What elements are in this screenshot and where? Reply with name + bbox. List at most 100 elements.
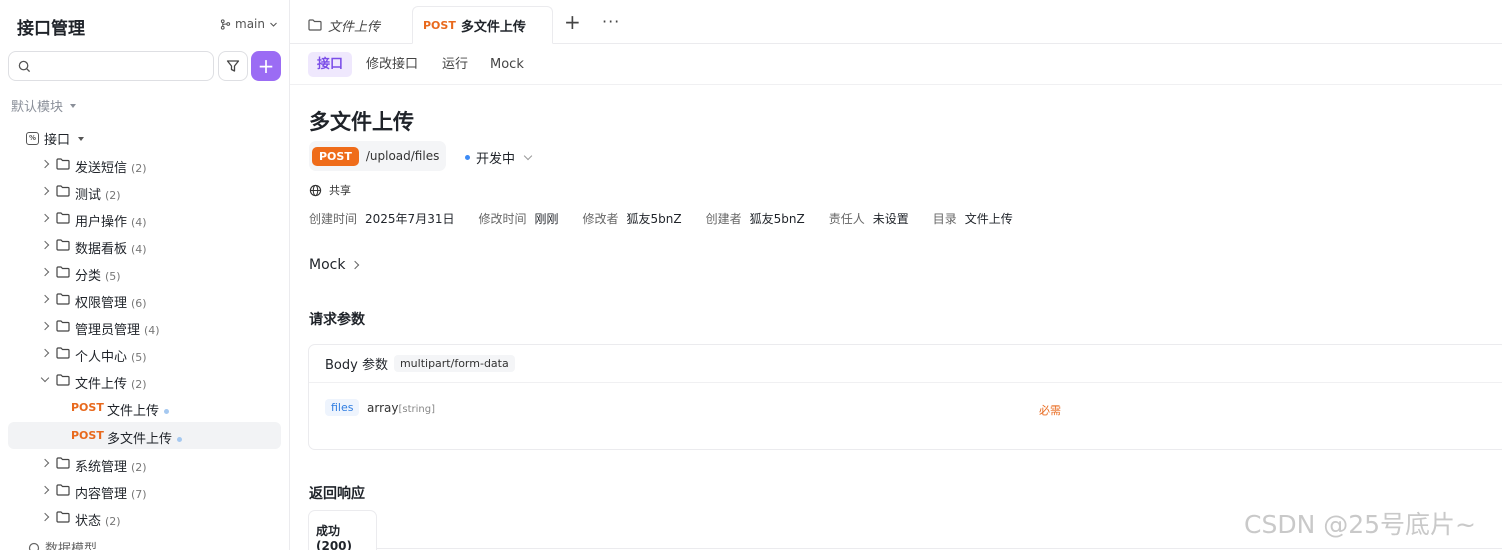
sidebar-title: 接口管理 — [17, 19, 85, 39]
chevron-right-icon — [40, 458, 50, 468]
tree-folder-count: (5) — [131, 351, 147, 364]
meta-key: 修改时间 — [478, 212, 527, 226]
tree-folder-count: (5) — [105, 270, 121, 283]
subtab-run[interactable]: 运行 — [433, 52, 477, 77]
folder-icon — [56, 185, 70, 197]
shared-label: 共享 — [329, 184, 351, 197]
status-selector[interactable]: 开发中 — [465, 148, 533, 167]
branch-icon — [220, 18, 231, 30]
caret-down-icon — [78, 136, 85, 141]
tree-folder[interactable]: 用户操作 (4) — [8, 205, 281, 232]
folder-icon — [56, 266, 70, 278]
chevron-right-icon — [40, 294, 50, 304]
meta-directory: 目录 文件上传 — [933, 210, 1013, 227]
tree-folder[interactable]: 测试 (2) — [8, 178, 281, 205]
chevron-right-icon — [40, 321, 50, 331]
params-header: Body 参数 multipart/form-data — [309, 345, 1502, 383]
tree-folder-label: 文件上传 — [75, 377, 128, 392]
endpoint-pill[interactable]: POST /upload/files — [309, 141, 446, 171]
response-tab-200[interactable]: 成功(200) — [308, 510, 377, 550]
search-box[interactable] — [8, 51, 214, 81]
endpoint-label: 文件上传 — [107, 404, 160, 419]
meta-value: 狐友5bnZ — [749, 212, 805, 226]
tree-folder-label: 数据看板 — [75, 242, 128, 257]
sidebar-header: 接口管理 main — [0, 0, 289, 50]
search-icon — [18, 60, 31, 72]
tree-folder-count: (4) — [144, 324, 160, 337]
tree-endpoint-selected[interactable]: POST 多文件上传 — [8, 422, 281, 449]
chevron-down-icon — [40, 373, 50, 383]
search-input[interactable] — [37, 59, 207, 73]
param-row: files array[string] 必需 — [325, 399, 1502, 419]
chevron-right-icon — [40, 267, 50, 277]
tree-folder-count: (2) — [105, 189, 121, 202]
meta-value: 未设置 — [872, 212, 909, 226]
folder-icon — [56, 484, 70, 496]
tree-folder[interactable]: 发送短信 (2) — [8, 151, 281, 178]
filter-button[interactable] — [218, 51, 248, 81]
folder-icon — [56, 511, 70, 523]
shared-toggle[interactable]: 共享 — [309, 182, 351, 198]
add-button[interactable]: + — [251, 51, 281, 81]
branch-selector[interactable]: main — [220, 17, 278, 31]
chevron-right-icon — [40, 485, 50, 495]
model-icon — [28, 542, 40, 550]
tree-folder[interactable]: 系统管理 (2) — [8, 450, 281, 477]
meta-value: 狐友5bnZ — [626, 212, 682, 226]
globe-icon — [309, 184, 322, 196]
divider — [376, 548, 1502, 549]
meta-info: 创建时间 2025年7月31日 修改时间 刚刚 修改者 狐友5bnZ 创建者 狐友5bn… — [309, 210, 1037, 227]
folder-icon — [56, 374, 70, 386]
chevron-right-icon — [40, 240, 50, 250]
mock-section-toggle[interactable]: Mock — [309, 257, 360, 273]
tree-folder-count: (6) — [131, 297, 147, 310]
param-required: 必需 — [1039, 404, 1061, 417]
tree-folder-label: 系统管理 — [75, 460, 128, 475]
meta-key: 责任人 — [828, 212, 865, 226]
page-title: 多文件上传 — [309, 110, 414, 134]
tree-data-models[interactable]: 数据模型 — [28, 538, 97, 550]
sidebar: 接口管理 main + 默认模块 % 接口 发送短信 (2) 测试 (2) 用户… — [0, 0, 290, 550]
subtab-mock[interactable]: Mock — [481, 52, 533, 77]
api-icon: % — [26, 132, 39, 145]
subtab-api[interactable]: 接口 — [308, 52, 353, 77]
tree-endpoint[interactable]: POST 文件上传 — [8, 394, 281, 421]
tree-folder[interactable]: 数据看板 (4) — [8, 232, 281, 259]
tree-folder[interactable]: 状态 (2) — [8, 504, 281, 531]
tab-file-upload[interactable]: 文件上传 — [308, 6, 380, 44]
param-subtype: [string] — [398, 404, 435, 415]
status-dot-icon — [177, 437, 183, 442]
endpoint-path: /upload/files — [365, 149, 440, 163]
tree-folder-count: (4) — [131, 216, 147, 229]
tree-folder[interactable]: 分类 (5) — [8, 259, 281, 286]
chevron-right-icon — [40, 186, 50, 196]
tab-multi-file-upload[interactable]: POST 多文件上传 — [412, 6, 553, 44]
watermark: CSDN @25号底片~ — [1244, 510, 1476, 539]
tree-root-apis[interactable]: % 接口 — [26, 129, 85, 148]
meta-created: 创建时间 2025年7月31日 — [309, 210, 454, 227]
plus-icon: + — [257, 54, 275, 78]
filter-icon — [226, 60, 240, 72]
tree-folder[interactable]: 管理员管理 (4) — [8, 313, 281, 340]
subtab-edit[interactable]: 修改接口 — [357, 52, 427, 77]
more-tabs-button[interactable]: ··· — [602, 12, 620, 32]
chevron-right-icon — [40, 348, 50, 358]
module-selector[interactable]: 默认模块 — [11, 96, 77, 115]
tree-folder[interactable]: 个人中心 (5) — [8, 340, 281, 367]
data-models-label: 数据模型 — [45, 542, 98, 550]
tree-folder-expanded[interactable]: 文件上传 (2) — [8, 367, 281, 394]
folder-icon — [56, 320, 70, 332]
new-tab-button[interactable]: + — [564, 12, 581, 32]
folder-icon — [56, 212, 70, 224]
tree-folder[interactable]: 权限管理 (6) — [8, 286, 281, 313]
folder-icon — [308, 19, 322, 31]
tree-folder-label: 分类 — [75, 269, 102, 284]
tree-folder[interactable]: 内容管理 (7) — [8, 477, 281, 504]
param-name: files — [325, 399, 360, 416]
chevron-right-icon — [40, 159, 50, 169]
plus-icon: + — [564, 10, 581, 34]
tree-folder-label: 测试 — [75, 188, 102, 203]
method-label: POST — [71, 429, 104, 442]
tree-folder-label: 管理员管理 — [75, 323, 141, 338]
status-label: 开发中 — [476, 152, 516, 167]
